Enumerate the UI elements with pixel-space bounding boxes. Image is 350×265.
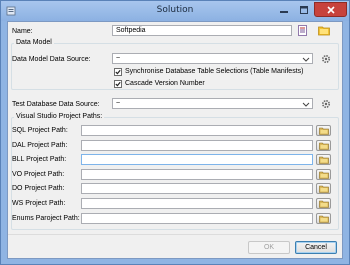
test-db-source-value: ~ [116, 100, 121, 107]
path-label: DAL Project Path: [12, 142, 68, 149]
path-label: Enums Paroject Path: [12, 215, 80, 222]
path-input[interactable] [81, 213, 313, 224]
path-label: DO Project Path: [12, 185, 65, 192]
minimize-icon [280, 10, 288, 13]
title-bar[interactable]: Solution [1, 1, 349, 21]
minimize-button[interactable] [274, 2, 294, 17]
open-folder-button[interactable] [317, 24, 330, 37]
browse-button[interactable] [316, 198, 331, 209]
sync-checkbox[interactable] [114, 68, 122, 76]
check-icon [115, 81, 121, 87]
sync-label: Synchronise Database Table Selections (T… [125, 68, 304, 75]
vs-paths-group-title: Visual Studio Project Paths: [14, 112, 105, 121]
data-model-source-label: Data Model Data Source: [12, 56, 91, 63]
ok-button[interactable]: OK [248, 241, 290, 254]
edit-name-button[interactable] [296, 24, 309, 37]
path-input[interactable] [81, 198, 313, 209]
path-input[interactable] [81, 154, 313, 165]
path-input[interactable] [81, 140, 313, 151]
test-db-source-select[interactable]: ~ [112, 98, 313, 109]
gear-icon [321, 99, 330, 108]
folder-icon [318, 156, 329, 164]
folder-icon [318, 200, 329, 208]
dialog-body: Name: Softpedia Data Model Data Model Da… [7, 21, 343, 259]
browse-button[interactable] [316, 183, 331, 194]
name-input[interactable]: Softpedia [112, 25, 292, 36]
chevron-down-icon [302, 102, 310, 107]
maximize-icon [300, 5, 308, 14]
data-model-source-select[interactable]: ~ [112, 53, 313, 64]
path-input[interactable] [81, 183, 313, 194]
check-icon [115, 69, 121, 75]
path-label: WS Project Path: [12, 200, 66, 207]
browse-button[interactable] [316, 140, 331, 151]
folder-icon [318, 171, 329, 179]
path-label: BLL Project Path: [12, 156, 67, 163]
folder-icon [318, 142, 329, 150]
separator [8, 234, 342, 235]
browse-button[interactable] [316, 169, 331, 180]
path-input[interactable] [81, 169, 313, 180]
folder-icon [317, 26, 330, 36]
folder-icon [318, 127, 329, 135]
folder-icon [318, 185, 329, 193]
path-input[interactable] [81, 125, 313, 136]
gear-icon [321, 54, 330, 63]
solution-dialog: Solution Name: Softpedia Data Model Data… [0, 0, 350, 265]
browse-button[interactable] [316, 154, 331, 165]
maximize-button[interactable] [294, 2, 314, 17]
name-label: Name: [12, 28, 33, 35]
close-button[interactable] [314, 2, 347, 17]
browse-button[interactable] [316, 213, 331, 224]
data-model-source-value: ~ [116, 55, 121, 62]
script-icon [298, 25, 307, 36]
data-source-settings-button[interactable] [319, 52, 332, 65]
close-icon [326, 5, 335, 14]
cancel-button[interactable]: Cancel [295, 241, 337, 254]
cascade-label: Cascade Version Number [125, 80, 205, 87]
data-model-group-title: Data Model [14, 38, 54, 47]
folder-icon [318, 215, 329, 223]
path-label: VO Project Path: [12, 171, 65, 178]
chevron-down-icon [302, 57, 310, 62]
test-db-settings-button[interactable] [319, 97, 332, 110]
cascade-checkbox[interactable] [114, 80, 122, 88]
test-db-label: Test Database Data Source: [12, 101, 100, 108]
browse-button[interactable] [316, 125, 331, 136]
path-label: SQL Project Path: [12, 127, 68, 134]
